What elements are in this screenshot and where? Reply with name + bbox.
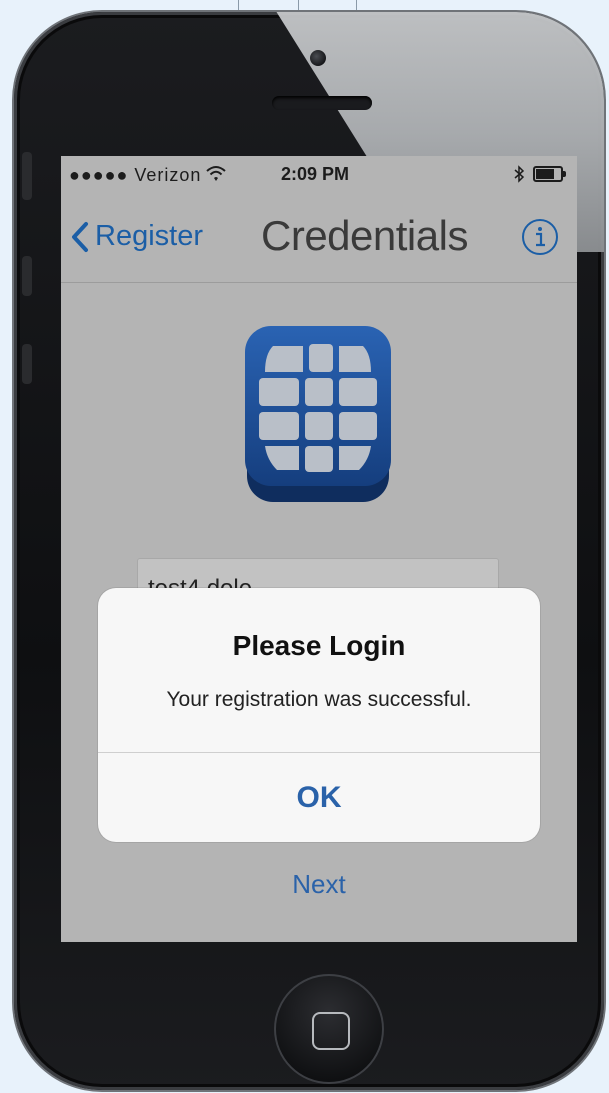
chevron-left-icon: [72, 221, 88, 252]
mute-switch: [22, 152, 32, 200]
info-icon[interactable]: [521, 218, 559, 256]
status-time: 2:09 PM: [281, 164, 350, 184]
bluetooth-icon: [514, 165, 525, 183]
carrier-label: ●●●●● Verizon: [69, 165, 202, 185]
home-button-icon: [312, 1012, 350, 1050]
page-title: Credentials: [261, 212, 468, 259]
next-button[interactable]: Next: [61, 869, 577, 900]
battery-icon: [533, 166, 566, 182]
wifi-icon: [206, 166, 226, 181]
front-camera: [310, 50, 326, 66]
phone-screen: ●●●●● Verizon 2:09 PM Register Credentia…: [61, 156, 577, 942]
alert-title: Please Login: [232, 630, 406, 661]
alert-message: Your registration was successful.: [166, 688, 472, 711]
earpiece-speaker: [272, 96, 372, 110]
volume-down-button: [22, 344, 32, 384]
back-button-label: Register: [95, 220, 203, 252]
back-button[interactable]: Register: [69, 220, 203, 253]
alert-dialog: Please Login Your registration was succe…: [98, 588, 540, 842]
app-logo-icon: [245, 326, 391, 502]
navigation-bar: Register Credentials: [61, 196, 577, 283]
ok-button[interactable]: OK: [98, 753, 540, 842]
volume-up-button: [22, 256, 32, 296]
status-bar: ●●●●● Verizon 2:09 PM: [61, 156, 577, 196]
status-right: [513, 165, 566, 183]
home-button[interactable]: [274, 974, 384, 1084]
